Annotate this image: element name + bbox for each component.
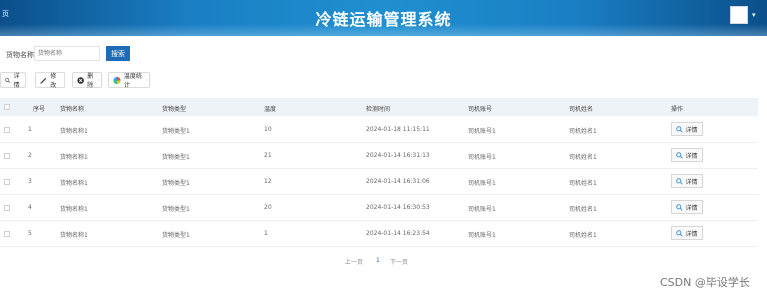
cell-name: 货物名称1	[60, 206, 88, 213]
table-row[interactable]: 5 货物名称1 货物类型1 1 2024-01-14 16:23:54 司机账号…	[0, 221, 758, 247]
row-detail-button[interactable]: 详情	[671, 148, 703, 162]
cell-temp: 10	[264, 126, 272, 133]
cell-no: 4	[28, 204, 32, 211]
search-icon	[676, 177, 684, 185]
close-circle-icon	[77, 76, 84, 84]
cell-name: 货物名称1	[60, 180, 88, 187]
pagination-prev[interactable]: 上一页	[345, 257, 363, 266]
temperature-stats-button[interactable]: 温度统计	[108, 72, 150, 89]
cell-temp: 21	[264, 152, 272, 159]
row-checkbox[interactable]	[4, 153, 10, 159]
search-icon	[676, 125, 684, 133]
column-header-time: 检测时间	[366, 106, 391, 113]
search-icon	[676, 151, 684, 159]
cell-type: 货物类型1	[162, 180, 190, 187]
table-row[interactable]: 3 货物名称1 货物类型1 12 2024-01-14 16:31:06 司机账…	[0, 169, 758, 195]
cell-time: 2024-01-14 16:31:13	[366, 152, 430, 159]
cell-driver: 司机姓名1	[569, 154, 597, 161]
cell-account: 司机账号1	[468, 154, 496, 161]
cell-no: 5	[28, 230, 32, 237]
row-checkbox[interactable]	[4, 179, 10, 185]
cell-no: 3	[28, 178, 32, 185]
table-row[interactable]: 2 货物名称1 货物类型1 21 2024-01-14 16:31:13 司机账…	[0, 143, 758, 169]
cell-type: 货物类型1	[162, 232, 190, 239]
row-detail-button[interactable]: 详情	[671, 122, 703, 136]
cell-account: 司机账号1	[468, 128, 496, 135]
search-icon	[5, 77, 11, 83]
cell-time: 2024-01-14 16:30:53	[366, 204, 430, 211]
column-header-account: 司机账号	[468, 106, 493, 113]
search-input[interactable]	[34, 46, 100, 61]
search-button[interactable]: 搜索	[106, 46, 130, 61]
pencil-icon	[40, 77, 47, 84]
row-detail-button[interactable]: 详情	[671, 174, 703, 188]
delete-button[interactable]: 删除	[72, 72, 102, 89]
cell-name: 货物名称1	[60, 128, 88, 135]
column-header-driver: 司机姓名	[569, 106, 594, 113]
table-row[interactable]: 4 货物名称1 货物类型1 20 2024-01-14 16:30:53 司机账…	[0, 195, 758, 221]
search-icon	[676, 203, 684, 211]
pagination-current[interactable]: 1	[376, 257, 380, 264]
search-label: 货物名称	[6, 51, 34, 59]
cell-time: 2024-01-14 16:23:54	[366, 230, 430, 237]
delete-label: 删除	[87, 73, 94, 89]
detail-button[interactable]: 详情	[0, 72, 26, 89]
cell-driver: 司机姓名1	[569, 232, 597, 239]
row-detail-button[interactable]: 详情	[671, 226, 703, 240]
detail-label: 详情	[13, 73, 20, 89]
row-checkbox[interactable]	[4, 127, 10, 133]
cell-type: 货物类型1	[162, 206, 190, 213]
row-checkbox[interactable]	[4, 205, 10, 211]
cell-time: 2024-01-18 11:15:11	[366, 126, 430, 133]
cell-temp: 12	[264, 178, 272, 185]
edit-label: 修改	[50, 73, 57, 89]
column-header-actions: 操作	[671, 106, 684, 113]
row-detail-button[interactable]: 详情	[671, 200, 703, 214]
select-all-checkbox[interactable]	[4, 104, 10, 110]
table-row[interactable]: 1 货物名称1 货物类型1 10 2024-01-18 11:15:11 司机账…	[0, 117, 758, 143]
row-detail-label: 详情	[685, 178, 698, 186]
cell-driver: 司机姓名1	[569, 180, 597, 187]
row-checkbox[interactable]	[4, 231, 10, 237]
cell-driver: 司机姓名1	[569, 206, 597, 213]
cell-time: 2024-01-14 16:31:06	[366, 178, 430, 185]
search-icon	[676, 229, 684, 237]
cell-temp: 20	[264, 204, 272, 211]
chevron-down-icon[interactable]: ▾	[752, 11, 756, 19]
cell-account: 司机账号1	[468, 232, 496, 239]
cell-driver: 司机姓名1	[569, 128, 597, 135]
row-detail-label: 详情	[685, 230, 698, 238]
cell-name: 货物名称1	[60, 232, 88, 239]
cell-name: 货物名称1	[60, 154, 88, 161]
column-header-temp: 温度	[264, 106, 277, 113]
cell-no: 1	[28, 126, 32, 133]
avatar[interactable]	[730, 6, 748, 24]
column-header-type: 货物类型	[162, 106, 187, 113]
pie-chart-icon	[113, 76, 121, 84]
row-detail-label: 详情	[685, 126, 698, 134]
row-detail-label: 详情	[685, 204, 698, 212]
column-header-name: 货物名称	[60, 106, 85, 113]
edit-button[interactable]: 修改	[35, 72, 65, 89]
cell-type: 货物类型1	[162, 128, 190, 135]
row-detail-label: 详情	[685, 152, 698, 160]
cell-account: 司机账号1	[468, 206, 496, 213]
watermark: CSDN @毕设学长	[660, 276, 750, 289]
page-title: 冷链运输管理系统	[315, 10, 452, 29]
column-header-no: 序号	[33, 106, 46, 113]
temperature-stats-label: 温度统计	[123, 73, 142, 89]
cell-temp: 1	[264, 230, 268, 237]
pagination-next[interactable]: 下一页	[390, 257, 408, 266]
table-header: 序号 货物名称 货物类型 温度 检测时间 司机账号 司机姓名 操作	[0, 98, 758, 116]
cell-type: 货物类型1	[162, 154, 190, 161]
cell-no: 2	[28, 152, 32, 159]
app-header: 页 冷链运输管理系统 ▾	[0, 0, 767, 36]
cell-account: 司机账号1	[468, 180, 496, 187]
